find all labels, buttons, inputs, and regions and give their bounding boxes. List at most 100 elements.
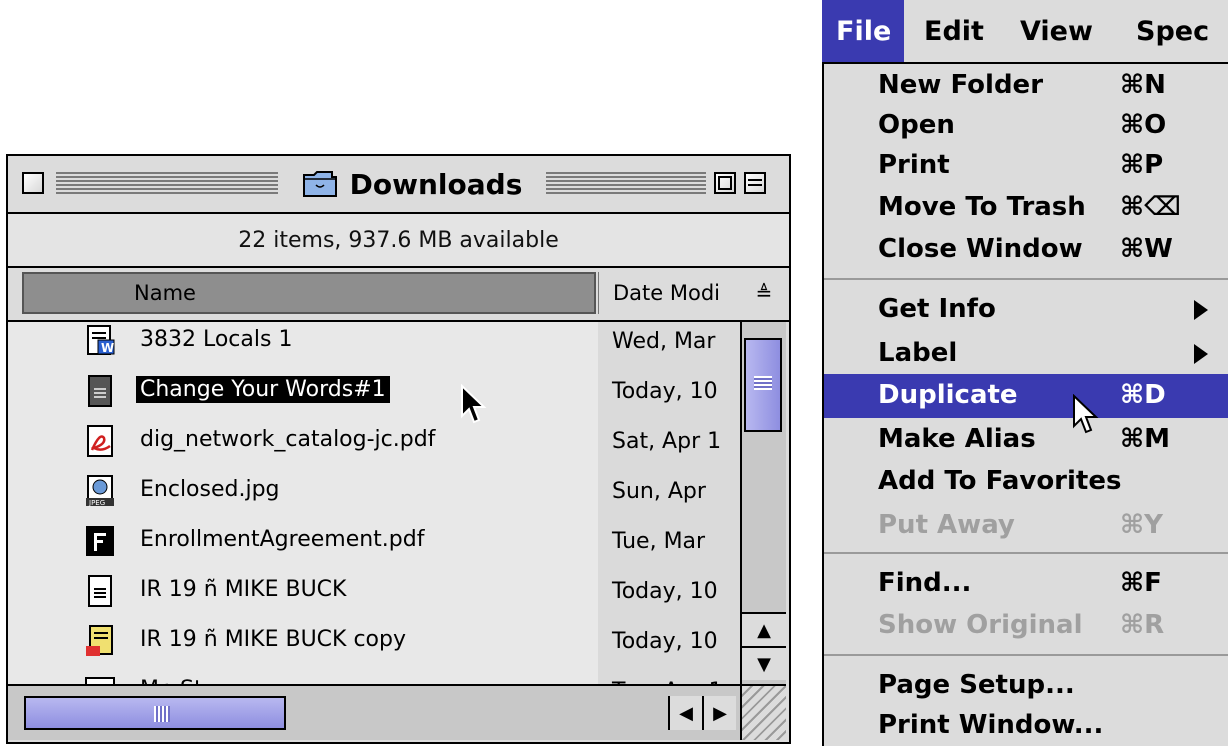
menu-item-shortcut: ⌘P (1120, 150, 1164, 180)
menu-item-label: Get Info (878, 294, 996, 324)
menu-item-find[interactable]: Find... ⌘F (824, 562, 1228, 606)
menu-item-label: New Folder (878, 70, 1044, 100)
list-item[interactable]: JPEG Enclosed.jpg Sun, Apr (8, 466, 740, 517)
horizontal-scroll-thumb[interactable] (24, 696, 286, 730)
text-document-icon (88, 575, 112, 607)
menu-item-print-window[interactable]: Print Window... (824, 704, 1228, 748)
name-cell: IR 19 ñ MIKE BUCK copy (8, 616, 598, 666)
menu-item-get-info[interactable]: Get Info (824, 288, 1228, 332)
menu-item-label: Add To Favorites (878, 466, 1122, 496)
mouse-pointer-icon (1073, 394, 1099, 434)
menu-item-page-setup[interactable]: Page Setup... (824, 664, 1228, 708)
menu-item-label[interactable]: Label (824, 332, 1228, 376)
list-item[interactable]: EnrollmentAgreement.pdf Tue, Mar (8, 516, 740, 567)
zoom-box-button[interactable] (714, 172, 736, 194)
menu-item-label: Find... (878, 568, 972, 598)
date-cell: Today, 10 (598, 566, 740, 616)
windowshade-button[interactable] (744, 172, 766, 194)
date-cell: Today, 10 (598, 616, 740, 666)
text-document-icon (88, 375, 112, 407)
file-name: Enclosed.jpg (140, 477, 280, 502)
scroll-up-arrow-icon[interactable]: ▲ (742, 612, 786, 646)
sort-direction-icon[interactable]: ≜ (744, 272, 784, 314)
name-cell: dig_network_catalog-jc.pdf (8, 416, 598, 466)
name-cell: JPEG Enclosed.jpg (8, 466, 598, 516)
date-cell: Sat, Apr 1 (598, 416, 740, 466)
title-bar[interactable]: Downloads (8, 156, 789, 214)
menu-item-add-to-favorites[interactable]: Add To Favorites (824, 460, 1228, 504)
menu-item-new-folder[interactable]: New Folder ⌘N (824, 64, 1228, 108)
menu-item-duplicate[interactable]: Duplicate ⌘D (824, 374, 1228, 418)
menu-title-edit[interactable]: Edit (910, 0, 1002, 62)
menu-title-file[interactable]: File (822, 0, 904, 62)
menu-item-shortcut: ⌘D (1120, 380, 1166, 410)
document-icon (85, 677, 115, 684)
image-icon: JPEG (86, 475, 114, 507)
menu-title-view[interactable]: View (1006, 0, 1116, 62)
window-title: Downloads (278, 164, 546, 204)
status-bar: 22 items, 937.6 MB available (8, 214, 789, 268)
file-name: IR 19 ñ MIKE BUCK (140, 577, 347, 602)
menu-item-shortcut: ⌘W (1120, 234, 1173, 264)
svg-text:JPEG: JPEG (88, 499, 105, 507)
document-icon (86, 625, 113, 656)
menu-item-label: Print Window... (878, 710, 1104, 740)
name-cell: Mr. Stux (8, 666, 598, 684)
pdf-icon (86, 526, 114, 556)
menu-bar: File Edit View Spec (822, 0, 1228, 64)
menu-title-special[interactable]: Spec (1122, 0, 1228, 62)
menu-item-move-to-trash[interactable]: Move To Trash ⌘⌫ (824, 186, 1228, 230)
file-name: Mr. Stux (136, 676, 234, 684)
menu-item-shortcut: ⌘⌫ (1120, 192, 1181, 222)
list-item[interactable]: Change Your Words#1 Today, 10 (8, 366, 740, 417)
horizontal-scrollbar[interactable]: ◀ ▶ (8, 684, 740, 740)
name-cell: IR 19 ñ MIKE BUCK (8, 566, 598, 616)
scroll-left-arrow-icon[interactable]: ◀ (668, 696, 702, 730)
file-menu: New Folder ⌘N Open ⌘O Print ⌘P Move To T… (822, 64, 1228, 746)
column-header-name[interactable]: Name (22, 272, 596, 314)
menu-separator (824, 654, 1228, 656)
menu-item-label: Duplicate (878, 380, 1018, 410)
list-item[interactable]: IR 19 ñ MIKE BUCK Today, 10 (8, 566, 740, 617)
menu-item-label: Move To Trash (878, 192, 1086, 222)
menu-item-shortcut: ⌘R (1120, 610, 1165, 640)
menu-item-shortcut: ⌘M (1120, 424, 1170, 454)
scroll-down-arrow-icon[interactable]: ▼ (742, 646, 786, 680)
folder-icon (302, 171, 337, 197)
resize-grip-icon[interactable] (740, 684, 786, 740)
menu-item-put-away: Put Away ⌘Y (824, 504, 1228, 548)
list-item[interactable]: dig_network_catalog-jc.pdf Sat, Apr 1 (8, 416, 740, 467)
menu-separator (824, 278, 1228, 280)
list-item[interactable]: IR 19 ñ MIKE BUCK copy Today, 10 (8, 616, 740, 667)
file-name: 3832 Locals 1 (140, 327, 293, 352)
column-header-date[interactable]: Date Modi (598, 272, 740, 314)
menu-item-shortcut: ⌘O (1120, 110, 1167, 140)
file-name: Change Your Words#1 (136, 376, 390, 403)
file-name: dig_network_catalog-jc.pdf (140, 427, 436, 452)
column-headers: Name Date Modi ≜ (8, 268, 789, 322)
date-cell: Wed, Mar (598, 322, 740, 366)
menu-item-show-original: Show Original ⌘R (824, 604, 1228, 648)
menu-item-shortcut: ⌘Y (1120, 510, 1163, 540)
list-item[interactable]: Mr. Stux Tue, Apr 1 (8, 666, 740, 684)
status-text: 22 items, 937.6 MB available (238, 227, 559, 253)
menu-item-label: Close Window (878, 234, 1083, 264)
document-icon: W (87, 325, 115, 355)
menu-item-close-window[interactable]: Close Window ⌘W (824, 228, 1228, 272)
menu-item-open[interactable]: Open ⌘O (824, 104, 1228, 148)
close-box-button[interactable] (22, 172, 44, 194)
menu-item-make-alias[interactable]: Make Alias ⌘M (824, 418, 1228, 462)
title-stripes (56, 172, 278, 196)
submenu-arrow-icon (1194, 300, 1208, 320)
menu-item-label: Show Original (878, 610, 1083, 640)
date-cell: Tue, Apr 1 (598, 666, 740, 684)
scroll-right-arrow-icon[interactable]: ▶ (702, 696, 736, 730)
file-name: IR 19 ñ MIKE BUCK copy (140, 627, 406, 652)
pdf-icon (87, 425, 113, 457)
vertical-scrollbar[interactable]: ▲ ▼ (740, 322, 786, 684)
list-item[interactable]: W 3832 Locals 1 Wed, Mar (8, 322, 740, 367)
menu-item-label: Put Away (878, 510, 1015, 540)
vertical-scroll-thumb[interactable] (744, 338, 782, 432)
menu-item-print[interactable]: Print ⌘P (824, 144, 1228, 188)
window-title-text: Downloads (349, 167, 523, 201)
